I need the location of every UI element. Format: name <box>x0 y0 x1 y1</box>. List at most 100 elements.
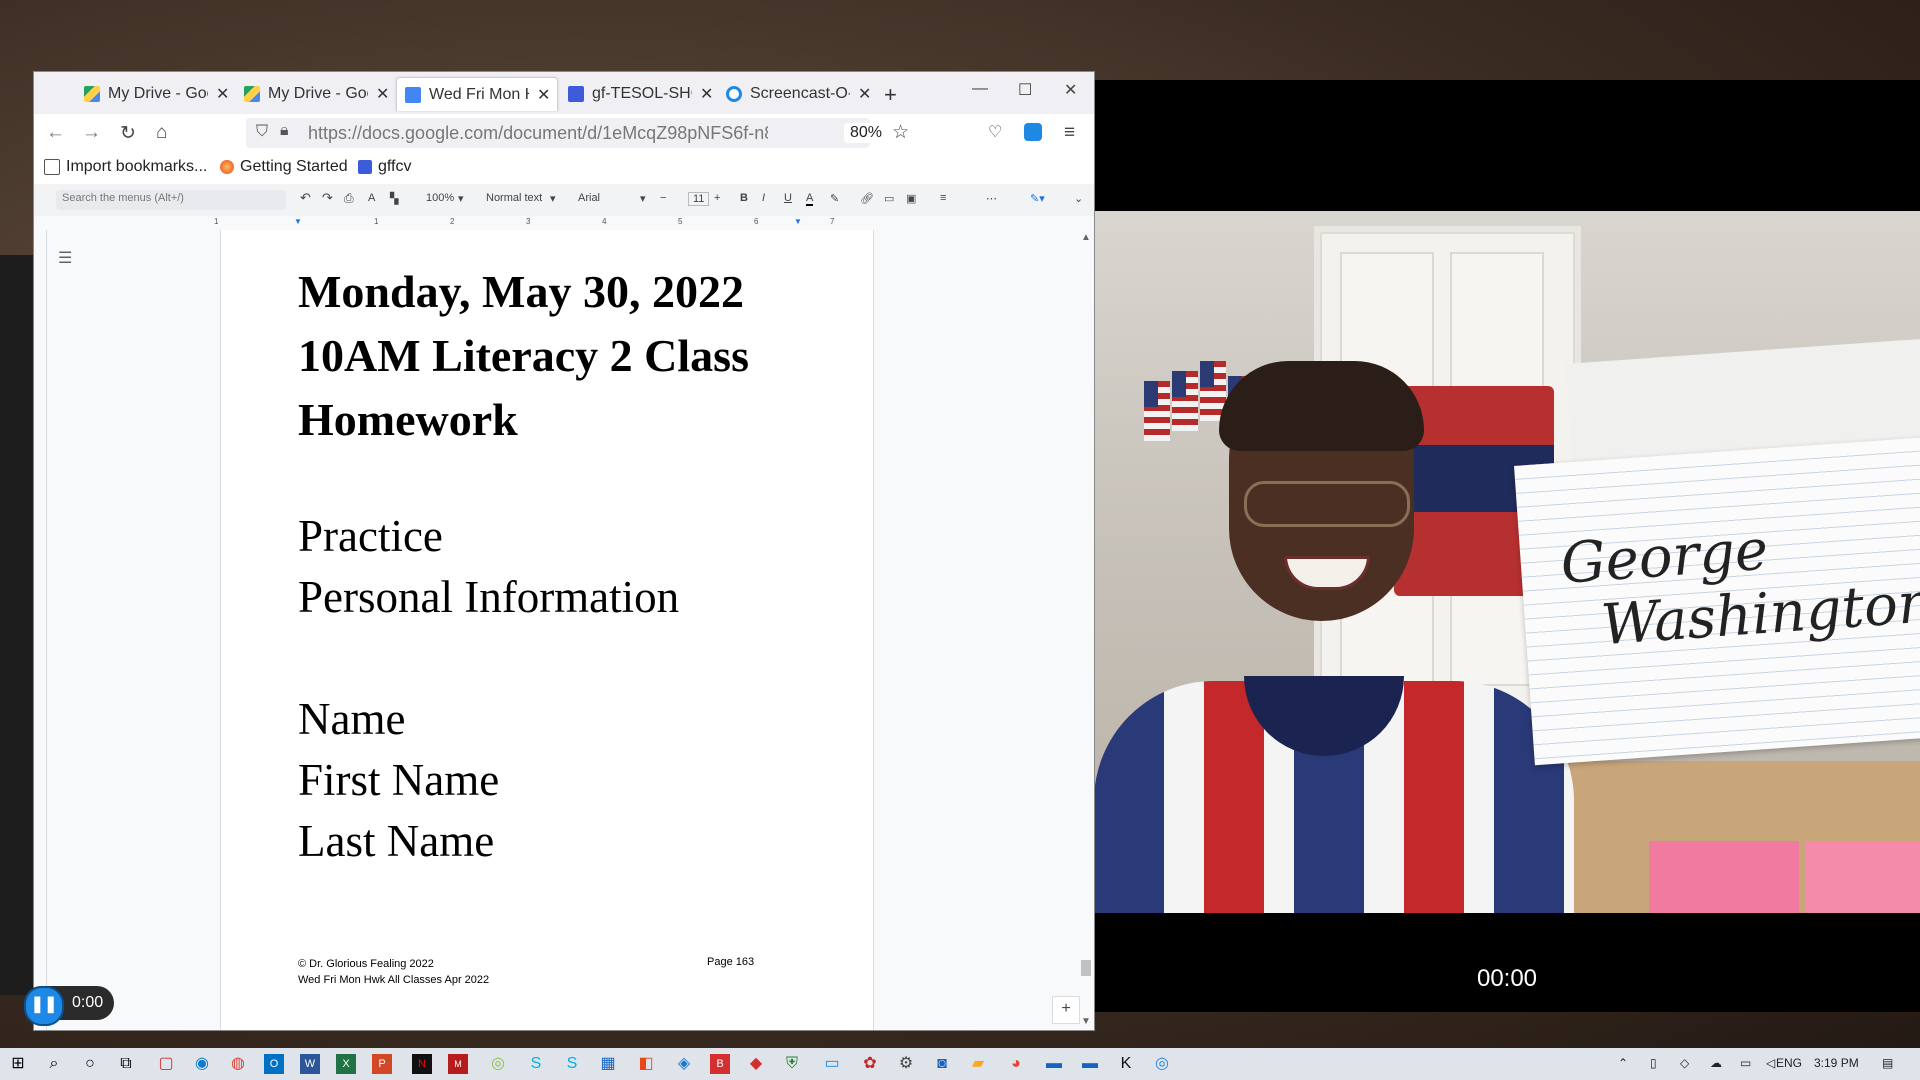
powerpoint-icon[interactable]: P <box>372 1054 392 1074</box>
language-indicator[interactable]: ENG <box>1776 1056 1802 1070</box>
url-text[interactable]: https://docs.google.com/document/d/1eMcq… <box>308 123 768 144</box>
edge-icon[interactable]: ◉ <box>192 1054 212 1074</box>
new-tab-button[interactable]: + <box>884 82 897 108</box>
scroll-up-icon[interactable]: ▲ <box>1081 232 1091 243</box>
close-icon[interactable]: ✕ <box>537 85 550 105</box>
app-icon[interactable]: K <box>1116 1054 1136 1074</box>
increase-font-size-button[interactable]: + <box>714 192 720 204</box>
spellcheck-icon[interactable]: A <box>368 192 375 204</box>
reload-button[interactable]: ↻ <box>120 122 136 145</box>
search-menus-input[interactable]: Search the menus (Alt+/) <box>56 190 286 210</box>
netflix-icon[interactable]: N <box>412 1054 432 1074</box>
tab-my-drive-1[interactable]: My Drive - Goo ✕ <box>84 77 234 110</box>
link-icon[interactable]: 🔗︎ <box>860 192 874 205</box>
maximize-button[interactable]: ☐ <box>1018 80 1032 100</box>
back-button[interactable]: ← <box>46 122 65 144</box>
decrease-font-size-button[interactable]: − <box>660 192 666 204</box>
image-icon[interactable]: ▣ <box>906 192 916 205</box>
menu-icon[interactable]: ≡ <box>1064 122 1075 144</box>
close-icon[interactable]: ✕ <box>216 84 229 104</box>
font-select[interactable]: Arial <box>578 192 600 204</box>
office-icon[interactable]: ◧ <box>636 1054 656 1074</box>
zoom-indicator[interactable]: 80% <box>844 123 889 143</box>
cortana-icon[interactable]: ○ <box>80 1054 100 1074</box>
word-icon[interactable]: W <box>300 1054 320 1074</box>
lock-icon[interactable]: 🔒︎ <box>280 122 289 140</box>
app-icon[interactable]: ✿ <box>860 1054 880 1074</box>
screencast-extension-icon[interactable] <box>1024 123 1042 141</box>
chrome-icon[interactable]: ◍ <box>228 1054 248 1074</box>
close-icon[interactable]: ✕ <box>700 84 713 104</box>
skype-icon[interactable]: S <box>562 1054 582 1074</box>
app-icon[interactable]: ◎ <box>488 1054 508 1074</box>
device-icon[interactable]: ▯ <box>1650 1056 1657 1070</box>
style-select[interactable]: Normal text <box>486 192 542 204</box>
show-hidden-icons[interactable]: ⌃ <box>1618 1056 1628 1070</box>
task-view-icon[interactable]: ⧉ <box>116 1054 136 1074</box>
tab-wed-fri-mon[interactable]: Wed Fri Mon H ✕ <box>396 77 558 111</box>
firefox-icon[interactable]: ◕ <box>1006 1054 1026 1074</box>
app-icon[interactable]: ▦ <box>598 1054 618 1074</box>
scroll-down-icon[interactable]: ▼ <box>1081 1016 1091 1027</box>
document-page[interactable]: Monday, May 30, 2022 10AM Literacy 2 Cla… <box>220 230 874 1030</box>
pdf-icon[interactable]: ◆ <box>746 1054 766 1074</box>
comment-icon[interactable]: ▭ <box>884 192 894 205</box>
file-explorer-icon[interactable]: ▰ <box>968 1054 988 1074</box>
redo-icon[interactable]: ↷ <box>322 190 333 206</box>
app-icon[interactable]: ▢ <box>156 1054 176 1074</box>
zoom-icon[interactable]: ▭ <box>822 1054 842 1074</box>
underline-button[interactable]: U <box>784 192 792 204</box>
volume-icon[interactable]: ◁ <box>1766 1056 1775 1070</box>
app-icon[interactable]: ⛨ <box>782 1054 802 1074</box>
forward-button[interactable]: → <box>82 122 101 144</box>
italic-button[interactable]: I <box>762 192 765 204</box>
notifications-icon[interactable]: ▤ <box>1882 1056 1893 1070</box>
add-comment-button[interactable]: + <box>1052 996 1080 1024</box>
print-icon[interactable]: ⎙ <box>344 191 354 206</box>
bookmark-gffcv[interactable]: gffcv <box>358 158 412 176</box>
bold-button[interactable]: B <box>740 192 748 204</box>
zoom-select[interactable]: 100% <box>426 192 454 204</box>
screencast-icon[interactable]: ◎ <box>1152 1054 1172 1074</box>
scroll-thumb[interactable] <box>1081 960 1091 976</box>
app-icon[interactable]: ▬ <box>1080 1054 1100 1074</box>
document-scrollbar[interactable]: ▲ ▼ <box>1078 230 1094 1030</box>
battery-icon[interactable]: ▭ <box>1740 1056 1751 1070</box>
document-outline-icon[interactable]: ☰ <box>58 248 72 268</box>
text-color-button[interactable]: A <box>806 192 814 206</box>
window-close-button[interactable]: ✕ <box>1064 80 1077 100</box>
camera-icon[interactable]: ◙ <box>932 1054 952 1074</box>
right-indent-marker[interactable]: ▼ <box>794 217 802 226</box>
bookmark-star-icon[interactable]: ☆ <box>892 121 909 144</box>
undo-icon[interactable]: ↶ <box>300 190 311 206</box>
align-icon[interactable]: ≡ <box>940 192 946 204</box>
more-icon[interactable]: ⋯ <box>986 192 997 205</box>
excel-icon[interactable]: X <box>336 1054 356 1074</box>
dropbox-icon[interactable]: ◇ <box>1680 1056 1689 1070</box>
font-size-field[interactable]: 11 <box>688 192 710 206</box>
home-button[interactable]: ⌂ <box>156 122 167 144</box>
tab-my-drive-2[interactable]: My Drive - Goo ✕ <box>244 77 394 110</box>
shield-icon[interactable]: ⛉ <box>256 123 268 141</box>
left-indent-marker[interactable]: ▼ <box>294 217 302 226</box>
settings-icon[interactable]: ⚙ <box>896 1054 916 1074</box>
bookmark-import[interactable]: Import bookmarks... <box>44 158 207 176</box>
onedrive-icon[interactable]: ☁ <box>1710 1056 1722 1070</box>
highlight-icon[interactable]: ✎ <box>830 192 839 205</box>
clock[interactable]: 3:19 PM <box>1814 1056 1859 1070</box>
app-icon[interactable]: M <box>448 1054 468 1074</box>
tab-screencast[interactable]: Screencast-O- ✕ <box>726 77 876 110</box>
outlook-icon[interactable]: O <box>264 1054 284 1074</box>
app-icon[interactable]: ◈ <box>674 1054 694 1074</box>
skype-icon[interactable]: S <box>526 1054 546 1074</box>
collapse-toolbar-icon[interactable]: ⌄ <box>1074 192 1083 205</box>
close-icon[interactable]: ✕ <box>376 84 389 104</box>
app-icon[interactable]: B <box>710 1054 730 1074</box>
pocket-icon[interactable]: ♡ <box>988 122 1002 142</box>
address-bar[interactable]: ⛉ 🔒︎ https://docs.google.com/document/d/… <box>246 118 909 148</box>
pause-recording-button[interactable]: ❚❚ <box>24 986 64 1026</box>
paint-format-icon[interactable]: ▚ <box>390 192 398 205</box>
app-icon[interactable]: ▬ <box>1044 1054 1064 1074</box>
minimize-button[interactable]: — <box>972 80 988 98</box>
windows-start-icon[interactable]: ⊞ <box>8 1054 28 1074</box>
